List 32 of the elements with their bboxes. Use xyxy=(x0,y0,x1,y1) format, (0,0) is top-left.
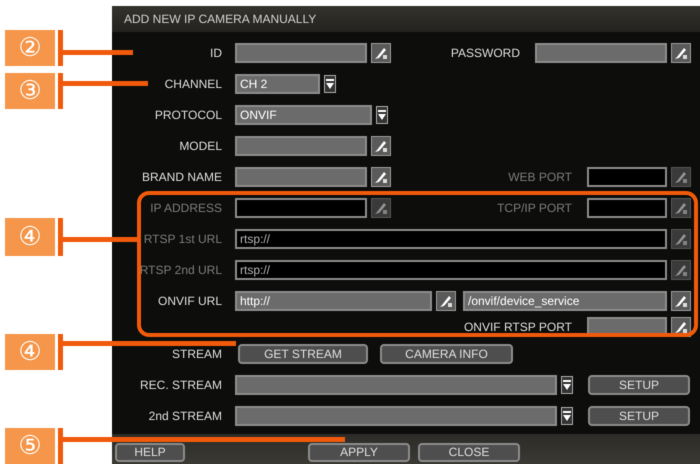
dialog-title: ADD NEW IP CAMERA MANUALLY xyxy=(124,11,316,28)
field-label: ONVIF RTSP PORT xyxy=(462,319,572,336)
field-label: ONVIF URL xyxy=(156,292,222,310)
callout-badge: ② xyxy=(5,30,55,66)
callout-badge: ④ xyxy=(5,334,55,370)
footer-button[interactable]: HELP xyxy=(115,443,185,462)
field-label: CHANNEL xyxy=(164,76,222,92)
footer-button[interactable]: APPLY xyxy=(308,443,410,462)
dropdown-field[interactable]: ONVIF xyxy=(235,104,372,124)
field-label: REC. STREAM xyxy=(138,376,222,394)
field-label: IP ADDRESS xyxy=(149,200,222,216)
action-button[interactable]: GET STREAM xyxy=(238,344,368,364)
field-label: 2nd STREAM xyxy=(148,408,222,424)
footer-button[interactable]: CLOSE xyxy=(418,443,520,462)
callout-badge: ④ xyxy=(5,218,55,256)
field-label: STREAM xyxy=(170,346,222,362)
field-label: BRAND NAME xyxy=(140,168,222,186)
field-label: PASSWORD xyxy=(450,44,520,62)
field-label: MODEL xyxy=(178,138,222,154)
field-label: ID xyxy=(209,44,222,62)
field-label: PROTOCOL xyxy=(154,106,222,124)
field-label: TCP/IP PORT xyxy=(496,200,572,216)
input-field[interactable]: http:// xyxy=(235,290,432,310)
action-button[interactable]: SETUP xyxy=(588,406,690,426)
callout-badge: ③ xyxy=(5,73,55,109)
input-field[interactable]: /onvif/device_service xyxy=(463,290,667,310)
field-label: RTSP 1st URL xyxy=(142,230,222,248)
action-button[interactable]: CAMERA INFO xyxy=(380,344,513,364)
field-label: WEB PORT xyxy=(507,168,572,186)
callout-badge: ⑤ xyxy=(5,428,55,464)
dropdown-field[interactable]: CH 2 xyxy=(235,74,320,94)
action-button[interactable]: SETUP xyxy=(588,374,690,394)
